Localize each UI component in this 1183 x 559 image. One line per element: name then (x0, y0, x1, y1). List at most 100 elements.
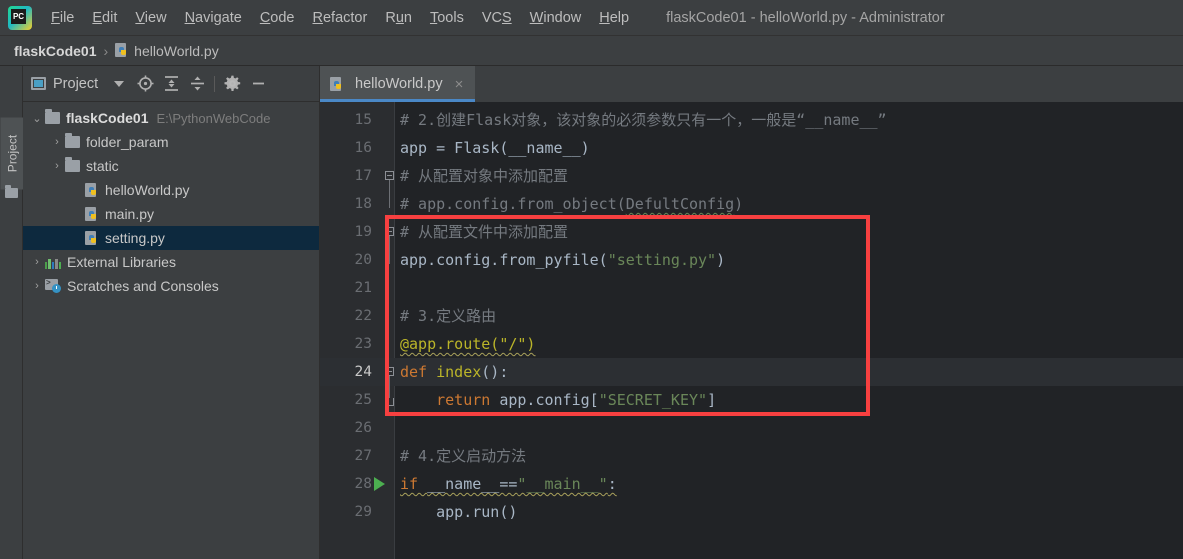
project-title-group[interactable]: Project (31, 76, 98, 92)
code-line-29[interactable]: 29 app.run() (320, 498, 1183, 526)
dropdown-caret-icon[interactable] (106, 71, 132, 97)
line-text: return app.config["SECRET_KEY"] (400, 391, 717, 409)
chevron-down-icon[interactable]: ⌄ (29, 112, 45, 125)
chevron-right-icon[interactable]: › (29, 256, 45, 268)
line-number: 25 (354, 392, 372, 408)
window-title: flaskCode01 - helloWorld.py - Administra… (666, 9, 945, 26)
pycharm-logo-icon (8, 5, 32, 30)
python-file-icon (85, 206, 99, 222)
chevron-right-icon[interactable]: › (49, 136, 65, 148)
fold-toggle-icon[interactable] (385, 171, 394, 180)
code-line-23[interactable]: 23 @app.route("/") (320, 330, 1183, 358)
menu-item-vcs[interactable]: VCS (473, 6, 521, 30)
tree-item-label: Scratches and Consoles (67, 278, 219, 294)
menu-item-navigate[interactable]: Navigate (176, 6, 251, 30)
run-gutter-icon[interactable] (374, 477, 385, 491)
line-text: if __name__=="__main__": (400, 475, 617, 493)
menu-item-refactor[interactable]: Refactor (304, 6, 377, 30)
settings-gear-icon[interactable] (219, 71, 245, 97)
line-text: app.run() (400, 503, 518, 521)
menu-item-view[interactable]: View (126, 6, 175, 30)
code-editor[interactable]: 15 # 2.创建Flask对象，该对象的必须参数只有一个，一般是“__name_… (320, 102, 1183, 559)
folder-icon (65, 133, 80, 148)
line-number: 24 (354, 364, 372, 380)
tree-item-external-libraries[interactable]: › External Libraries (23, 250, 319, 274)
expand-all-icon[interactable] (158, 71, 184, 97)
line-text: # 2.创建Flask对象，该对象的必须参数只有一个，一般是“__name__” (400, 111, 887, 129)
code-line-22[interactable]: 22 # 3.定义路由 (320, 302, 1183, 330)
project-tree: ⌄ flaskCode01 E:\PythonWebCode › folder_para… (23, 102, 319, 298)
line-text: def index(): (400, 363, 509, 381)
code-line-26[interactable]: 26 (320, 414, 1183, 442)
code-line-15[interactable]: 15 # 2.创建Flask对象，该对象的必须参数只有一个，一般是“__name_… (320, 106, 1183, 134)
line-number: 22 (354, 308, 372, 324)
tree-item-label: main.py (105, 206, 155, 222)
python-file-icon (115, 43, 129, 58)
collapse-all-icon[interactable] (184, 71, 210, 97)
menu-item-file[interactable]: File (42, 6, 83, 30)
python-file-icon (330, 76, 344, 92)
editor-area: helloWorld.py × 15 # 2.创建Flask对象，该对象的必须参数… (320, 66, 1183, 559)
chevron-right-icon[interactable]: › (49, 160, 65, 172)
menu-item-edit[interactable]: Edit (83, 6, 126, 30)
line-text: app = Flask(__name__) (400, 139, 590, 157)
tree-item-setting-py[interactable]: setting.py (23, 226, 319, 250)
fold-end-marker[interactable] (385, 398, 394, 406)
menu-item-run[interactable]: Run (376, 6, 421, 30)
menu-item-window[interactable]: Window (521, 6, 591, 30)
fold-toggle-icon[interactable] (385, 227, 394, 236)
line-number: 20 (354, 252, 372, 268)
line-text: # app.config.from_object(DefultConfig) (400, 195, 744, 213)
line-number: 19 (354, 224, 372, 240)
code-lines: 15 # 2.创建Flask对象，该对象的必须参数只有一个，一般是“__name_… (320, 102, 1183, 559)
code-line-20[interactable]: 20 app.config.from_pyfile("setting.py") (320, 246, 1183, 274)
code-line-19[interactable]: 19 # 从配置文件中添加配置 (320, 218, 1183, 246)
code-line-28[interactable]: 28 if __name__=="__main__": (320, 470, 1183, 498)
folder-icon (45, 109, 60, 124)
tab-helloworld-py[interactable]: helloWorld.py × (320, 66, 476, 102)
sidebar-tab-project[interactable]: Project (0, 117, 24, 190)
fold-region-line (389, 236, 390, 264)
chevron-right-icon[interactable]: › (29, 280, 45, 292)
code-line-16[interactable]: 16 app = Flask(__name__) (320, 134, 1183, 162)
tree-item-folder-param[interactable]: › folder_param (23, 130, 319, 154)
tree-item-static[interactable]: › static (23, 154, 319, 178)
code-line-27[interactable]: 27 # 4.定义启动方法 (320, 442, 1183, 470)
hide-panel-icon[interactable] (245, 71, 271, 97)
left-tool-strip: Project (0, 66, 24, 559)
code-line-25[interactable]: 25 return app.config["SECRET_KEY"] (320, 386, 1183, 414)
line-number: 15 (354, 112, 372, 128)
menu-item-code[interactable]: Code (251, 6, 304, 30)
python-file-icon (85, 230, 99, 246)
breadcrumb-file[interactable]: helloWorld.py (134, 43, 219, 59)
breadcrumb-project[interactable]: flaskCode01 (14, 43, 96, 59)
folder-icon (5, 185, 18, 198)
line-number: 17 (354, 168, 372, 184)
line-number: 27 (354, 448, 372, 464)
scratches-icon (45, 278, 61, 293)
line-number: 23 (354, 336, 372, 352)
code-line-24[interactable]: 24 def index(): (320, 358, 1183, 386)
line-text: app.config.from_pyfile("setting.py") (400, 251, 726, 269)
menu-item-help[interactable]: Help (590, 6, 638, 30)
tree-item-scratches-and-consoles[interactable]: › Scratches and Consoles (23, 274, 319, 298)
close-icon[interactable]: × (455, 76, 464, 93)
tree-item-path: E:\PythonWebCode (156, 110, 271, 126)
breadcrumb: flaskCode01 › helloWorld.py (0, 36, 1183, 66)
code-line-17[interactable]: 17 # 从配置对象中添加配置 (320, 162, 1183, 190)
project-panel: Project ⌄ flaskCode01 E:\PythonWebCode ›… (23, 66, 320, 559)
line-number: 18 (354, 196, 372, 212)
scroll-from-source-icon[interactable] (132, 71, 158, 97)
menu-bar: FileEditViewNavigateCodeRefactorRunTools… (0, 0, 1183, 36)
line-number: 28 (354, 476, 372, 492)
fold-region-line (389, 180, 390, 208)
tree-item-helloworld-py[interactable]: helloWorld.py (23, 178, 319, 202)
menu-item-tools[interactable]: Tools (421, 6, 473, 30)
code-line-21[interactable]: 21 (320, 274, 1183, 302)
project-toolbar: Project (23, 66, 319, 102)
tree-item-flaskcode01[interactable]: ⌄ flaskCode01 E:\PythonWebCode (23, 106, 319, 130)
tree-item-main-py[interactable]: main.py (23, 202, 319, 226)
fold-toggle-icon[interactable] (385, 367, 394, 376)
line-number: 29 (354, 504, 372, 520)
code-line-18[interactable]: 18 # app.config.from_object(DefultConfig) (320, 190, 1183, 218)
